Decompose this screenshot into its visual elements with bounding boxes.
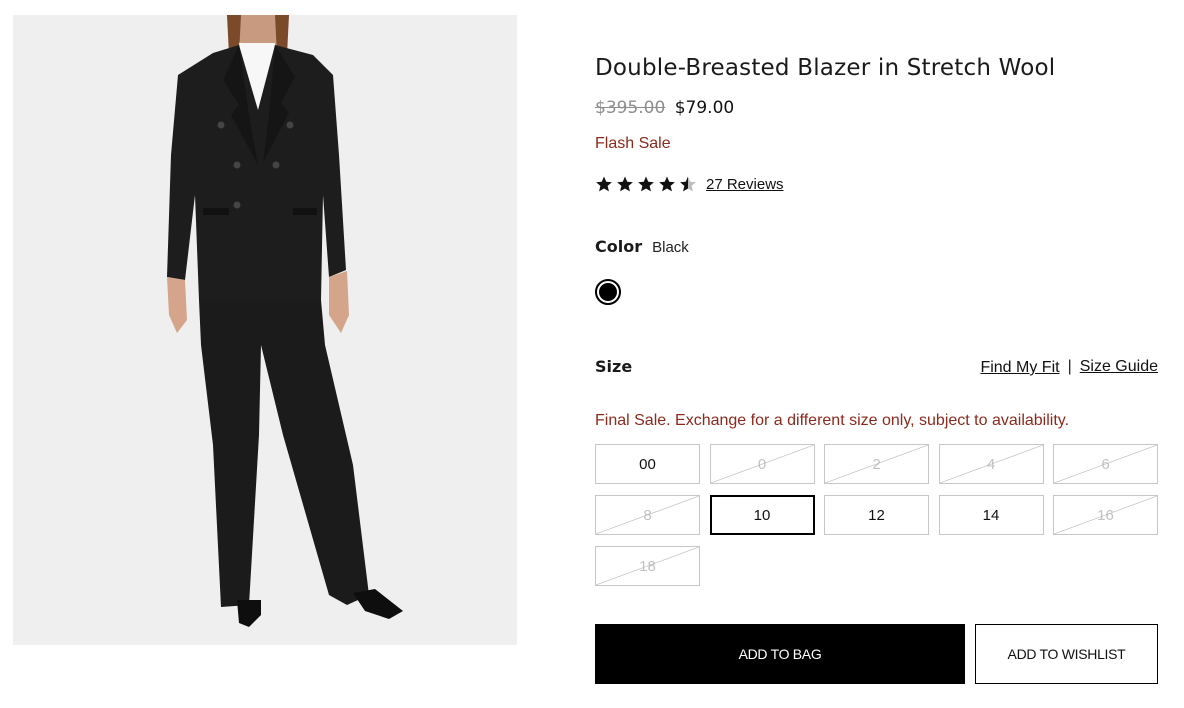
size-option-label: 10 <box>753 506 771 524</box>
color-value: Black <box>652 239 689 256</box>
size-option-00[interactable]: 00 <box>595 444 700 484</box>
size-option-label: 00 <box>639 455 656 473</box>
color-label: Color <box>595 237 643 256</box>
swatch-fill <box>599 283 617 301</box>
size-option-4[interactable]: 4 <box>938 444 1044 484</box>
sale-price: $79.00 <box>674 98 735 118</box>
find-my-fit-link[interactable]: Find My Fit <box>980 359 1059 377</box>
star-icon <box>617 176 633 192</box>
final-sale-notice: Final Sale. Exchange for a different siz… <box>595 412 1070 429</box>
star-icon <box>596 176 612 192</box>
size-option-label: 16 <box>1097 506 1114 524</box>
size-option-2[interactable]: 2 <box>824 444 929 484</box>
fit-links: Find My Fit | Size Guide <box>980 357 1158 377</box>
add-to-wishlist-button[interactable]: ADD TO WISHLIST <box>975 624 1158 684</box>
size-option-16[interactable]: 16 <box>1053 495 1158 535</box>
star-icon <box>638 176 654 192</box>
size-option-18[interactable]: 18 <box>595 546 700 586</box>
size-option-label: 8 <box>643 506 652 524</box>
size-option-12[interactable]: 12 <box>824 495 929 535</box>
size-option-label: 14 <box>982 506 1000 524</box>
original-price: $395.00 <box>595 98 666 118</box>
model-suit-illustration <box>13 15 517 645</box>
size-grid: 00 0 2 4 6 8 10 12 14 16 18 <box>595 444 1158 586</box>
star-icon <box>659 176 675 192</box>
size-option-8[interactable]: 8 <box>595 495 700 535</box>
size-option-label: 6 <box>1101 455 1110 473</box>
link-separator: | <box>1067 358 1072 375</box>
size-option-label: 4 <box>986 455 996 473</box>
product-image[interactable] <box>13 15 517 645</box>
price-row: $395.00 $79.00 <box>595 98 734 118</box>
reviews-link[interactable]: 27 Reviews <box>706 176 784 193</box>
size-option-10[interactable]: 10 <box>709 495 815 535</box>
product-details: Double-Breasted Blazer in Stretch Wool $… <box>595 0 1158 708</box>
rating-row: 27 Reviews <box>595 175 784 193</box>
size-option-0[interactable]: 0 <box>709 444 815 484</box>
size-option-label: 2 <box>872 455 881 473</box>
star-rating <box>595 175 697 193</box>
size-option-14[interactable]: 14 <box>938 495 1044 535</box>
add-to-bag-button[interactable]: ADD TO BAG <box>595 624 965 684</box>
size-guide-link[interactable]: Size Guide <box>1080 358 1158 376</box>
size-label: Size <box>595 357 633 376</box>
color-row: Color Black <box>595 237 689 256</box>
color-swatch-black[interactable] <box>595 279 621 305</box>
size-option-label: 12 <box>868 506 885 524</box>
size-option-label: 0 <box>757 455 767 473</box>
half-star-icon <box>680 176 696 192</box>
flash-sale-badge: Flash Sale <box>595 135 671 152</box>
size-option-6[interactable]: 6 <box>1053 444 1158 484</box>
product-title: Double-Breasted Blazer in Stretch Wool <box>595 55 1056 81</box>
size-option-label: 18 <box>639 557 656 575</box>
